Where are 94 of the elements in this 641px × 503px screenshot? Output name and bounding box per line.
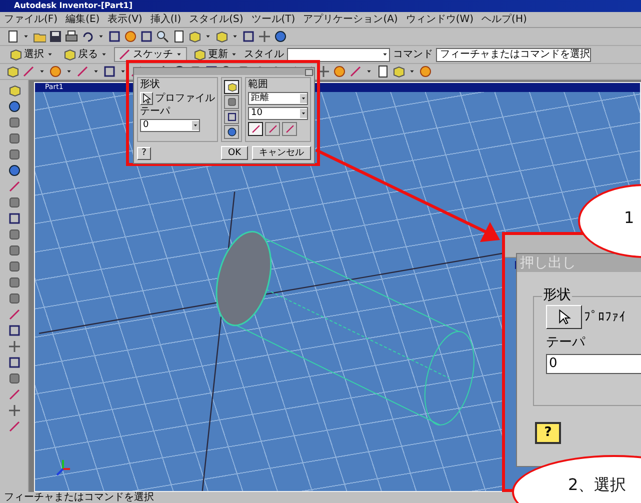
line-icon[interactable] [8, 388, 20, 401]
group-label: 形状 [542, 288, 572, 302]
group-label: 形状 [140, 80, 161, 90]
ball-icon[interactable] [124, 30, 137, 43]
help-button[interactable]: ? [137, 146, 151, 160]
dialog-title: 押し出し [520, 256, 576, 270]
extents-dropdown[interactable]: 距離 [248, 92, 308, 105]
taper-field[interactable]: 0 [140, 119, 200, 132]
lens-icon[interactable] [156, 30, 169, 43]
profile-label: プロファイル [155, 94, 215, 104]
caret-icon[interactable] [192, 121, 199, 130]
toolbar-button[interactable]: 選択 [6, 48, 57, 61]
cross-icon[interactable] [258, 30, 271, 43]
caret-icon[interactable] [300, 109, 307, 118]
profile-select-button[interactable] [546, 305, 582, 329]
ball-icon[interactable] [333, 65, 346, 78]
block-icon[interactable] [226, 97, 236, 107]
frame-icon[interactable] [8, 356, 20, 369]
frame-icon[interactable] [226, 112, 236, 122]
menu-item[interactable]: ファイル(F) [4, 14, 58, 24]
cube-icon[interactable] [392, 65, 405, 78]
cube-icon[interactable] [9, 48, 22, 61]
axis-triad-icon [55, 459, 71, 477]
callout-text: 2、選択 [568, 477, 626, 493]
page-icon[interactable] [6, 30, 19, 43]
direction-button[interactable] [248, 122, 263, 136]
taper-label: テーパ [546, 336, 586, 349]
operation-button[interactable] [224, 110, 239, 124]
menu-item[interactable]: ツール(T) [251, 14, 296, 24]
menu-item[interactable]: 挿入(I) [150, 14, 182, 24]
toolbar-button[interactable]: 戻る [60, 48, 111, 61]
cross-icon[interactable] [8, 404, 20, 417]
ok-button[interactable]: OK [221, 146, 248, 160]
cube-icon[interactable] [63, 48, 76, 61]
ball-icon[interactable] [49, 65, 62, 78]
toolbar-button[interactable]: 更新 [190, 48, 241, 61]
menu-item[interactable]: ヘルプ(H) [482, 14, 527, 24]
distance-field[interactable]: 10 [248, 107, 308, 120]
cross-icon[interactable] [8, 340, 20, 353]
frame-icon[interactable] [8, 212, 20, 225]
status-text: フィーチャまたはコマンドを選択 [4, 492, 154, 502]
operation-button[interactable] [224, 125, 239, 139]
message-field: フィーチャまたはコマンドを選択 [436, 48, 591, 62]
menu-item[interactable]: 編集(E) [66, 14, 100, 24]
style-label: スタイル [244, 50, 284, 60]
undo-icon[interactable] [81, 30, 94, 43]
page-icon[interactable] [172, 30, 185, 43]
block-icon[interactable] [8, 132, 20, 145]
block-icon[interactable] [8, 116, 20, 129]
cube-icon[interactable] [8, 84, 20, 97]
close-button[interactable] [305, 69, 313, 76]
line-icon[interactable] [268, 124, 278, 134]
block-icon[interactable] [8, 276, 20, 289]
operation-button[interactable] [224, 80, 239, 94]
window-title: Autodesk Inventor-[Part1] [14, 2, 133, 10]
menu-item[interactable]: スタイル(S) [189, 14, 244, 24]
page-icon[interactable] [376, 65, 389, 78]
cube-icon[interactable] [215, 30, 228, 43]
frame-icon[interactable] [8, 324, 20, 337]
cross-icon[interactable] [317, 65, 330, 78]
printer-icon[interactable] [65, 30, 78, 43]
ball-icon[interactable] [419, 65, 432, 78]
frame-icon[interactable] [108, 30, 121, 43]
block-icon[interactable] [8, 228, 20, 241]
menu-item[interactable]: 表示(V) [108, 14, 142, 24]
cube-icon[interactable] [6, 65, 19, 78]
field-label: コマンド [393, 50, 433, 60]
block-icon[interactable] [8, 260, 20, 273]
line-icon[interactable] [8, 420, 20, 433]
cancel-button[interactable]: キャンセル [252, 146, 311, 160]
line-icon[interactable] [118, 48, 131, 61]
taper-field[interactable]: 0 [546, 354, 641, 374]
taper-label: テーパ [140, 107, 172, 117]
profile-label: ﾌﾟﾛﾌｧｲ [584, 310, 626, 324]
style-dropdown[interactable] [287, 48, 390, 62]
block-icon[interactable] [8, 244, 20, 257]
help-button[interactable]: ? [535, 422, 561, 444]
callout-text: 1 [624, 210, 634, 226]
frame-icon[interactable] [242, 30, 255, 43]
cube-icon[interactable] [193, 48, 206, 61]
frame-icon[interactable] [103, 65, 116, 78]
block-icon[interactable] [8, 372, 20, 385]
frame-icon[interactable] [140, 30, 153, 43]
block-icon[interactable] [8, 292, 20, 305]
block-icon[interactable] [8, 148, 20, 161]
block-icon[interactable] [8, 196, 20, 209]
line-icon[interactable] [250, 124, 260, 134]
group-label: 範囲 [248, 80, 269, 90]
caret-icon[interactable] [300, 94, 307, 103]
cursor-icon[interactable] [556, 309, 572, 325]
menu-item[interactable]: アプリケーション(A) [303, 14, 398, 24]
cube-icon[interactable] [188, 30, 201, 43]
menu-item[interactable]: ウィンドウ(W) [406, 14, 474, 24]
line-icon[interactable] [284, 124, 294, 134]
